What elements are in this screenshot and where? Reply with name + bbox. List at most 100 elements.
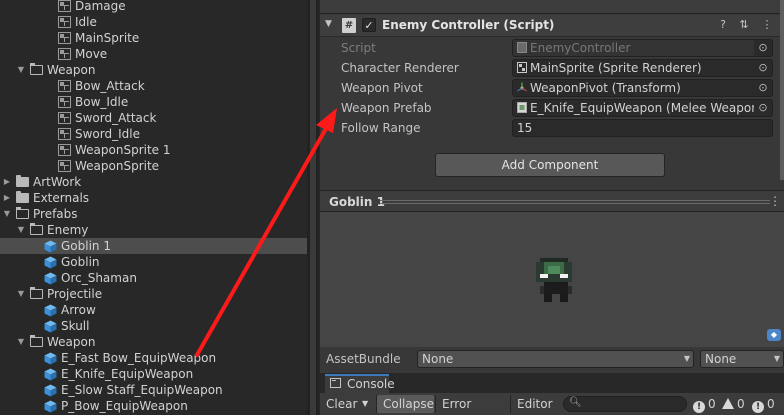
tree-item[interactable]: E_Fast Bow_EquipWeapon: [0, 350, 307, 366]
inspector-scrollbar[interactable]: [780, 0, 784, 180]
preview-menu-icon[interactable]: ⋮: [769, 194, 781, 208]
sprite-icon: [58, 128, 71, 140]
script-icon: #: [342, 18, 356, 33]
clear-options-chevron-icon[interactable]: ▼: [360, 395, 376, 413]
property-field[interactable]: 15: [512, 119, 773, 137]
tree-item[interactable]: Sword_Idle: [0, 126, 307, 142]
tree-folder[interactable]: ▼ Projectile: [0, 286, 307, 302]
tree-item[interactable]: Orc_Shaman: [0, 270, 307, 286]
tree-item[interactable]: Skull: [0, 318, 307, 334]
error-count-toggle[interactable]: ! 0: [752, 395, 775, 413]
preview-header[interactable]: Goblin 1 ⋮: [320, 190, 784, 212]
assetbundle-label: AssetBundle: [326, 352, 401, 366]
object-picker-icon[interactable]: ⊙: [754, 100, 772, 116]
sprite-icon: [58, 144, 71, 156]
editor-dropdown[interactable]: Editor ▼: [511, 395, 561, 413]
property-field[interactable]: WeaponPivot (Transform) ⊙: [512, 79, 773, 97]
tree-item[interactable]: Goblin 1: [0, 238, 307, 254]
tree-item[interactable]: Goblin: [0, 254, 307, 270]
console-tabbar: Console: [320, 373, 784, 393]
tree-item-label: Projectile: [47, 287, 103, 301]
asset-label-icon[interactable]: ◆: [767, 329, 781, 341]
fold-right-icon[interactable]: ▶: [2, 190, 12, 206]
fold-down-icon[interactable]: ▼: [16, 222, 26, 238]
tree-folder[interactable]: ▼ Weapon: [0, 62, 307, 78]
property-value: MainSprite (Sprite Renderer): [530, 61, 702, 75]
help-icon[interactable]: ?: [716, 18, 730, 32]
tree-item[interactable]: E_Slow Staff_EquipWeapon: [0, 382, 307, 398]
fold-down-icon[interactable]: ▼: [325, 19, 332, 29]
preview-drag-grip[interactable]: [380, 200, 770, 204]
info-count-toggle[interactable]: ! 0: [693, 395, 716, 413]
tree-item-label: E_Fast Bow_EquipWeapon: [61, 351, 217, 365]
tree-folder[interactable]: ▼ Enemy: [0, 222, 307, 238]
property-label: Weapon Prefab: [341, 101, 432, 115]
tree-item[interactable]: Bow_Idle: [0, 94, 307, 110]
prefab-cube-icon: [44, 384, 57, 397]
tree-item[interactable]: P_Bow_EquipWeapon: [0, 398, 307, 414]
property-value: WeaponPivot (Transform): [530, 81, 681, 95]
tree-item[interactable]: WeaponSprite 1: [0, 142, 307, 158]
folder-icon: [16, 175, 29, 187]
sprite-renderer-icon: [517, 61, 530, 75]
tree-item-label: Skull: [61, 319, 90, 333]
inspector-panel: ▼ # ✓ Enemy Controller (Script) ? ⇅ ⋮ Sc…: [320, 0, 784, 190]
tree-item-label: Move: [75, 47, 108, 61]
tree-item-label: Arrow: [61, 303, 96, 317]
tree-item[interactable]: E_Knife_EquipWeapon: [0, 366, 307, 382]
prefab-cube-icon: [44, 256, 57, 269]
info-count: 0: [708, 397, 716, 411]
tree-item-label: WeaponSprite 1: [75, 143, 171, 157]
console-search-input[interactable]: 🔍︎: [563, 396, 687, 412]
collapse-toggle[interactable]: Collapse: [377, 395, 434, 413]
fold-down-icon[interactable]: ▼: [16, 334, 26, 350]
folder-open-icon: [29, 286, 43, 299]
property-field[interactable]: MainSprite (Sprite Renderer) ⊙: [512, 59, 773, 77]
tree-folder[interactable]: ▶ Externals: [0, 190, 307, 206]
property-field: EnemyController ⊙: [512, 39, 773, 57]
fold-down-icon[interactable]: ▼: [16, 286, 26, 302]
tree-item[interactable]: MainSprite: [0, 30, 307, 46]
property-label: Follow Range: [341, 121, 421, 135]
add-component-button[interactable]: Add Component: [435, 153, 665, 177]
tree-folder[interactable]: ▼ Prefabs: [0, 206, 307, 222]
error-pause-toggle[interactable]: Error Pause: [436, 395, 510, 413]
component-enabled-checkbox[interactable]: ✓: [362, 18, 376, 32]
tree-item[interactable]: Bow_Attack: [0, 78, 307, 94]
sprite-icon: [58, 80, 71, 92]
tab-console[interactable]: Console: [325, 374, 395, 393]
tree-item-label: Sword_Idle: [75, 127, 140, 141]
tree-item[interactable]: Idle: [0, 14, 307, 30]
assetbundle-variant-dropdown[interactable]: None ▼: [700, 350, 784, 368]
sprite-icon: [58, 112, 71, 124]
sprite-icon: [58, 96, 71, 108]
tree-item[interactable]: Move: [0, 46, 307, 62]
console-toolbar: Clear ▼ Collapse Error Pause Editor ▼ 🔍︎…: [320, 393, 784, 415]
assetbundle-name-dropdown[interactable]: None ▼: [417, 350, 694, 368]
tree-item[interactable]: Damage: [0, 0, 307, 14]
object-picker-icon[interactable]: ⊙: [754, 80, 772, 96]
project-scrollbar[interactable]: [310, 0, 316, 415]
component-header[interactable]: ▼ # ✓ Enemy Controller (Script) ? ⇅ ⋮: [320, 15, 784, 37]
tree-folder[interactable]: ▶ ArtWork: [0, 174, 307, 190]
assetbundle-variant-value: None: [705, 352, 737, 366]
tree-item-label: Prefabs: [33, 207, 78, 221]
fold-down-icon[interactable]: ▼: [2, 206, 12, 222]
tree-folder[interactable]: ▼ Weapon: [0, 334, 307, 350]
object-picker-icon[interactable]: ⊙: [754, 40, 772, 56]
component-menu-icon[interactable]: ⋮: [760, 18, 774, 32]
fold-right-icon[interactable]: ▶: [2, 174, 12, 190]
property-value: E_Knife_EquipWeapon (Melee Weapon H: [530, 101, 772, 115]
property-label: Weapon Pivot: [341, 81, 423, 95]
folder-open-icon: [29, 334, 43, 347]
clear-button[interactable]: Clear: [320, 395, 360, 413]
object-picker-icon[interactable]: ⊙: [754, 60, 772, 76]
warning-count-toggle[interactable]: 0: [722, 395, 745, 413]
panel-splitter[interactable]: [307, 0, 319, 415]
tree-item[interactable]: Sword_Attack: [0, 110, 307, 126]
property-field[interactable]: E_Knife_EquipWeapon (Melee Weapon H ⊙: [512, 99, 773, 117]
tree-item[interactable]: WeaponSprite: [0, 158, 307, 174]
tree-item[interactable]: Arrow: [0, 302, 307, 318]
presets-icon[interactable]: ⇅: [737, 18, 751, 32]
fold-down-icon[interactable]: ▼: [16, 62, 26, 78]
